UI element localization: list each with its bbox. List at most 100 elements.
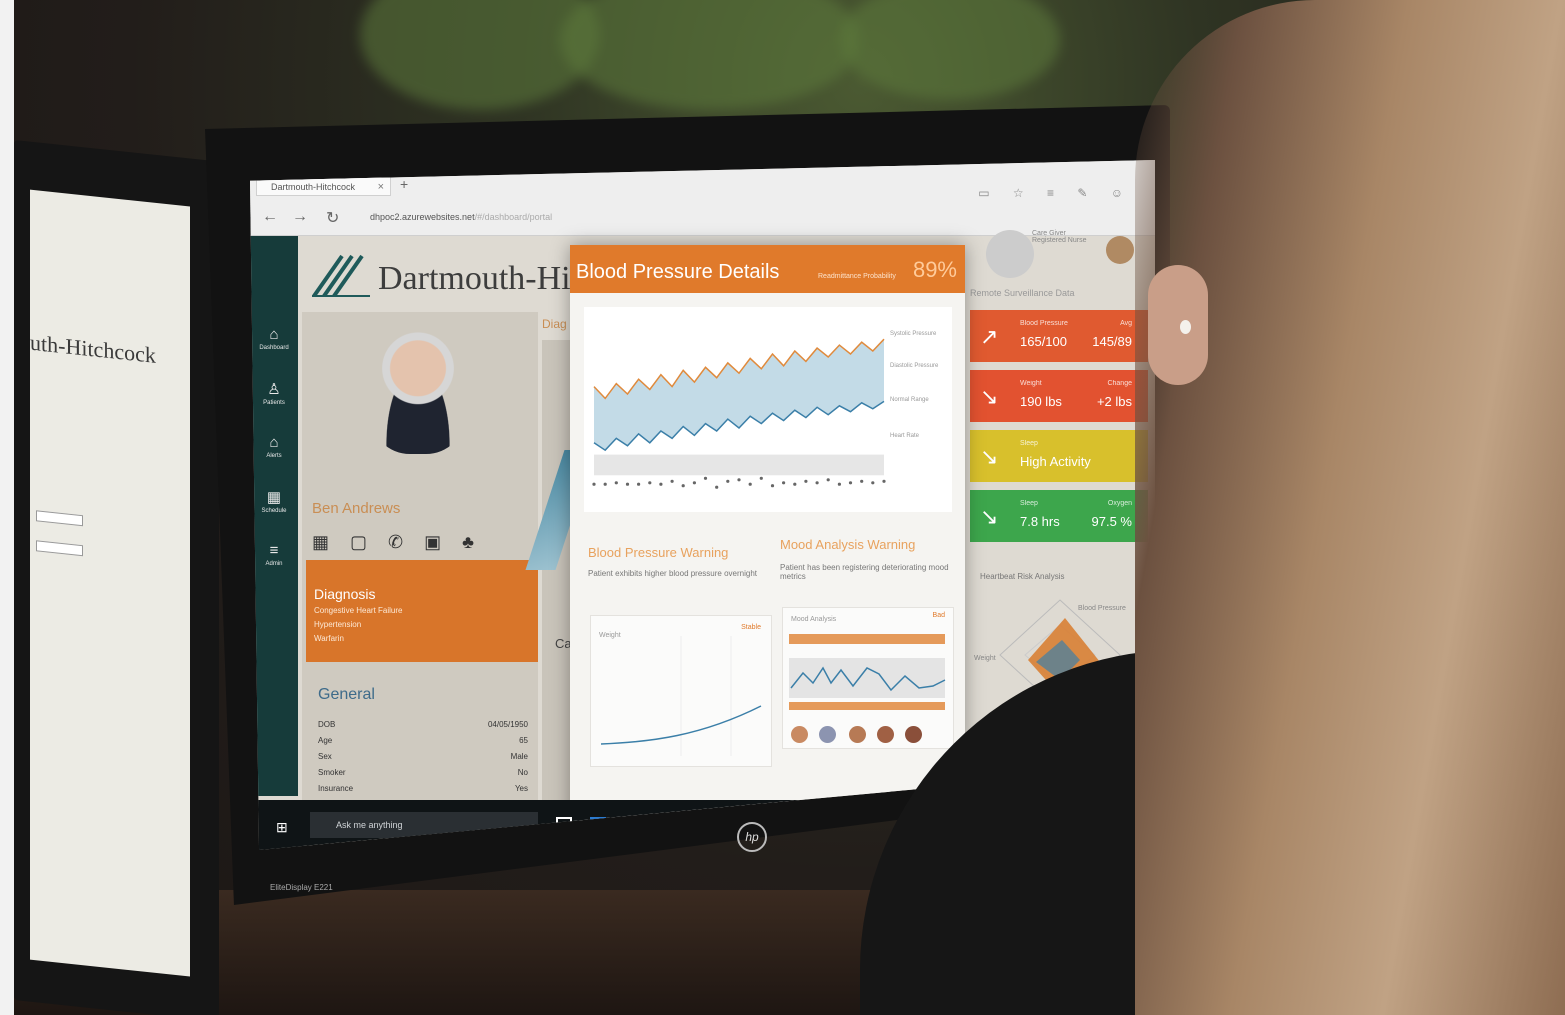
stat-value: 7.8 hrs: [1020, 514, 1060, 529]
radar-label-left: Weight: [974, 655, 996, 662]
weight-trend-line: [600, 636, 762, 756]
heart-rate-point: [793, 482, 797, 486]
person-ear: [1148, 265, 1208, 385]
stat-value: 190 lbs: [1020, 394, 1062, 409]
tab-close-icon[interactable]: ×: [378, 177, 384, 197]
stat-label: Weight: [1020, 380, 1042, 387]
monitor-model: EliteDisplay E221: [270, 883, 333, 892]
general-row: Age 65: [318, 736, 528, 745]
username-field[interactable]: [36, 510, 83, 527]
stat-card-weight[interactable]: ↘ Weight 190 lbs Change +2 lbs: [970, 370, 1148, 422]
left-monitor: uth-Hitchcock: [14, 140, 219, 1015]
heart-rate-point: [670, 479, 674, 483]
stat-value: High Activity: [1020, 454, 1091, 469]
sidebar-item-dashboard[interactable]: ⌂ Dashboard: [250, 326, 298, 351]
stat-value: 165/100: [1020, 334, 1067, 349]
avatar: [877, 726, 894, 743]
hp-logo-icon: hp: [737, 822, 767, 852]
diagnosis-item: Warfarin: [314, 634, 344, 643]
sidebar-item-alerts[interactable]: ⌂ Alerts: [250, 434, 298, 459]
sidebar-item-label: Dashboard: [259, 345, 289, 351]
new-tab-button[interactable]: +: [400, 176, 408, 192]
mood-warning-title: Mood Analysis Warning: [780, 537, 916, 552]
home-icon: ⌂: [269, 326, 279, 343]
general-label: Insurance: [318, 784, 354, 793]
stat-label-secondary: Oxygen: [1107, 500, 1132, 507]
person-icon: ♙: [267, 381, 281, 398]
tab-title: Dartmouth-Hitchcock: [271, 182, 356, 192]
diagnosis-tab[interactable]: Diag: [542, 317, 567, 331]
heart-rate-point: [837, 482, 841, 486]
windows-start-icon[interactable]: ⊞: [276, 819, 288, 836]
stat-label: Sleep: [1020, 500, 1038, 507]
bp-warning-title: Blood Pressure Warning: [588, 545, 729, 560]
arrow-down-icon: ↘: [980, 384, 999, 409]
profile-role: Care Giver: [1032, 230, 1066, 237]
diagnosis-item: Hypertension: [314, 620, 362, 629]
stat-value-secondary: 145/89: [1092, 334, 1132, 349]
stat-card-activity[interactable]: ↘ Sleep High Activity: [970, 430, 1148, 482]
menu-icon: ≡: [269, 542, 279, 559]
sidebar-item-label: Admin: [265, 561, 283, 567]
stat-card-sleep[interactable]: ↘ Sleep 7.8 hrs Oxygen 97.5 %: [970, 490, 1148, 542]
heart-rate-point: [737, 478, 741, 482]
sidebar-item-label: Schedule: [261, 508, 287, 514]
legend-diastolic: Diastolic Pressure: [890, 363, 939, 369]
radar-label-top: Blood Pressure: [1078, 605, 1126, 612]
stat-card-blood-pressure[interactable]: ↗ Blood Pressure 165/100 Avg 145/89: [970, 310, 1148, 362]
profile-text: Care Giver Registered Nurse: [1032, 230, 1086, 244]
refresh-button[interactable]: ↻: [326, 208, 339, 228]
stat-label-secondary: Avg: [1120, 320, 1132, 327]
browser-toolbar-icons[interactable]: ▭ ☆ ≡ ✎ ☺: [978, 186, 1133, 200]
general-value: Yes: [514, 784, 528, 793]
url-path: /#/dashboard/portal: [474, 212, 553, 222]
general-value: Male: [510, 752, 528, 761]
patient-photo: [370, 328, 466, 454]
stat-label: Blood Pressure: [1020, 320, 1068, 327]
sidebar-item-label: Patients: [263, 400, 285, 406]
general-title: General: [318, 686, 375, 703]
heart-rate-point: [748, 482, 752, 486]
home-icon: ⌂: [269, 434, 279, 451]
sidebar-item-admin[interactable]: ≡ Admin: [250, 542, 298, 567]
heart-rate-point: [882, 479, 886, 483]
sidebar-item-schedule[interactable]: ▦ Schedule: [250, 488, 298, 514]
image-border: [0, 0, 14, 1015]
diagnosis-card: Diagnosis Congestive Heart Failure Hyper…: [306, 560, 538, 662]
back-button[interactable]: ←: [262, 208, 278, 226]
left-monitor-screen: uth-Hitchcock: [30, 189, 190, 977]
weight-mini-chart: Weight Stable: [590, 615, 772, 767]
heart-rate-point: [759, 476, 763, 480]
general-label: DOB: [318, 720, 336, 729]
section-title: Remote Surveillance Data: [970, 288, 1075, 298]
stat-value-secondary: 97.5 %: [1091, 514, 1132, 529]
diagnosis-item: Congestive Heart Failure: [314, 606, 403, 615]
contact-icons[interactable]: ▦ ▢ ✆ ▣ ♣: [312, 532, 482, 553]
heart-rate-point: [659, 482, 663, 486]
arrow-down-icon: ↘: [980, 504, 999, 529]
person-hair: [1135, 0, 1565, 1015]
profile-title: Registered Nurse: [1032, 237, 1087, 244]
stat-label-secondary: Change: [1107, 380, 1132, 387]
general-row: DOB 04/05/1950: [318, 720, 528, 729]
arrow-down-icon: ↘: [980, 444, 999, 469]
forward-button[interactable]: →: [292, 208, 308, 226]
legend-normal-range: Normal Range: [890, 397, 929, 403]
heart-rate-point: [625, 482, 630, 486]
heart-rate-point: [592, 482, 596, 486]
general-row: Insurance Yes: [318, 784, 528, 793]
heart-rate-point: [804, 479, 808, 483]
heart-rate-point: [703, 476, 708, 480]
general-row: Smoker No: [318, 768, 528, 777]
mood-warning-text: Patient has been registering deteriorati…: [780, 563, 949, 581]
stat-value-secondary: +2 lbs: [1096, 394, 1132, 409]
legend-heart-rate: Heart Rate: [890, 433, 920, 439]
sidebar-item-patients[interactable]: ♙ Patients: [250, 380, 298, 406]
heart-rate-point: [826, 478, 830, 482]
plant-leaves: [560, 0, 860, 110]
avatar: [905, 726, 922, 743]
brand-logo-mark: [312, 254, 370, 298]
password-field[interactable]: [36, 540, 83, 557]
address-bar[interactable]: dhpoc2.azurewebsites.net/#/dashboard/por…: [370, 206, 890, 228]
diagnosis-title: Diagnosis: [314, 586, 376, 602]
